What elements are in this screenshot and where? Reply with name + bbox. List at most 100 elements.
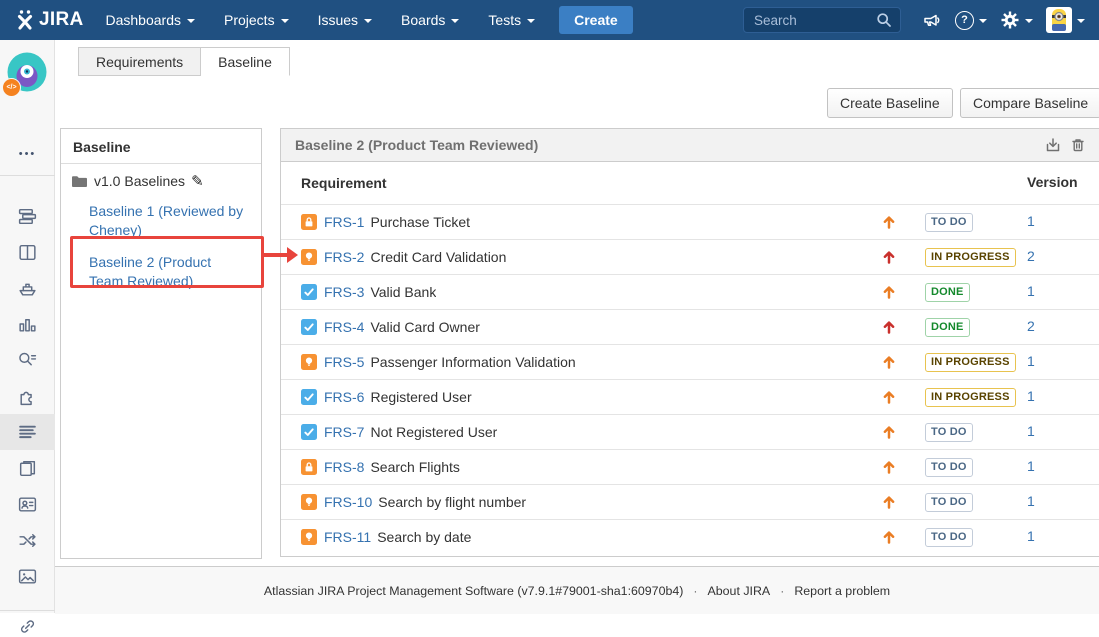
status-badge: TO DO [925,213,973,231]
priority-high-icon [881,494,897,510]
requirements-table-body: FRS-1 Purchase Ticket TO DO 1 FRS-2 Cred… [281,204,1099,554]
chevron-down-icon [451,19,459,23]
sidebar-item-pages[interactable] [0,450,55,486]
check-issue-type-icon [301,389,317,405]
create-baseline-button[interactable]: Create Baseline [827,88,953,118]
status-badge: DONE [925,318,970,336]
pages-icon [17,458,38,479]
issue-key-link[interactable]: FRS-10 [324,494,372,510]
status-badge: TO DO [925,458,973,476]
sidebar-item-requirements[interactable] [0,414,55,450]
nav-item-issues[interactable]: Issues [318,12,372,28]
issue-summary: Search by flight number [378,494,526,510]
search-icon[interactable] [876,12,892,28]
search-box[interactable] [743,7,901,33]
panel-title: Baseline [61,129,261,164]
create-button[interactable]: Create [559,6,633,34]
issue-key-link[interactable]: FRS-8 [324,459,364,475]
chevron-down-icon [281,19,289,23]
sidebar-item-search-issues[interactable] [0,342,55,378]
version-link[interactable]: 1 [1027,353,1035,369]
bulb-issue-type-icon [301,529,317,545]
table-row: FRS-6 Registered User IN PROGRESS 1 [281,379,1099,414]
sidebar-divider [0,175,55,176]
table-row: FRS-1 Purchase Ticket TO DO 1 [281,204,1099,239]
tab-baseline[interactable]: Baseline [201,47,290,76]
issue-key-link[interactable]: FRS-6 [324,389,364,405]
sidebar-item-link[interactable] [0,616,55,637]
search-issues-icon [17,350,38,371]
priority-highest-icon [881,249,897,265]
sidebar-item-board[interactable] [0,234,55,270]
baseline-link-1[interactable]: Baseline 1 (Reviewed by Cheney) [89,202,247,240]
tab-requirements[interactable]: Requirements [78,47,201,76]
issue-key-link[interactable]: FRS-1 [324,214,364,230]
user-menu[interactable] [1046,7,1085,33]
issue-key-link[interactable]: FRS-11 [324,529,371,545]
issue-key-link[interactable]: FRS-4 [324,319,364,335]
version-link[interactable]: 2 [1027,318,1035,334]
reports-icon [17,314,38,335]
version-link[interactable]: 2 [1027,248,1035,264]
version-link[interactable]: 1 [1027,458,1035,474]
table-row: FRS-11 Search by date TO DO 1 [281,519,1099,554]
edit-pencil-icon[interactable]: ✎ [191,174,204,189]
issue-key-link[interactable]: FRS-7 [324,424,364,440]
version-link[interactable]: 1 [1027,493,1035,509]
version-link[interactable]: 1 [1027,213,1035,229]
download-icon[interactable] [1044,136,1062,154]
report-problem-link[interactable]: Report a problem [794,584,890,598]
nav-menu: Dashboards Projects Issues Boards Tests [106,12,536,28]
nav-right-group: ? [743,7,1085,33]
media-icon [17,566,38,587]
add-ons-icon [17,386,38,407]
top-navigation-bar: JIRA Dashboards Projects Issues Boards Tests… [0,0,1099,40]
nav-item-boards[interactable]: Boards [401,12,459,28]
issue-key-link[interactable]: FRS-2 [324,249,364,265]
baseline-detail-panel: Baseline 2 (Product Team Reviewed) Requi… [280,128,1099,557]
sidebar-item-backlog[interactable] [0,198,55,234]
jira-logo[interactable]: JIRA [14,8,84,32]
sidebar-item-contacts[interactable] [0,486,55,522]
page-footer: Atlassian JIRA Project Management Softwa… [55,566,1099,614]
footer-separator: · [780,584,784,598]
trash-icon[interactable] [1069,136,1087,154]
issue-key-link[interactable]: FRS-3 [324,284,364,300]
priority-high-icon [881,424,897,440]
nav-item-dashboards[interactable]: Dashboards [106,12,196,28]
backlog-icon [17,206,38,227]
search-input[interactable] [752,12,876,29]
issue-summary: Valid Card Owner [370,319,479,335]
priority-high-icon [881,354,897,370]
sidebar-item-add-ons[interactable] [0,378,55,414]
version-link[interactable]: 1 [1027,283,1035,299]
priority-highest-icon [881,319,897,335]
baseline-link-2[interactable]: Baseline 2 (Product Team Reviewed) [89,253,247,291]
more-options-icon[interactable]: ••• [0,148,55,160]
help-menu[interactable]: ? [955,11,987,30]
sidebar-item-reports[interactable] [0,306,55,342]
version-link[interactable]: 1 [1027,423,1035,439]
sidebar-item-releases[interactable] [0,270,55,306]
settings-menu[interactable] [1000,10,1033,30]
baseline-folder[interactable]: v1.0 Baselines ✎ [71,173,251,189]
contacts-icon [17,494,38,515]
shuffle-icon [17,530,38,551]
sidebar-item-media[interactable] [0,558,55,594]
requirements-icon [17,422,38,443]
link-icon [17,616,38,637]
nav-item-tests[interactable]: Tests [488,12,535,28]
megaphone-icon[interactable] [922,10,942,30]
board-icon [17,242,38,263]
nav-item-projects[interactable]: Projects [224,12,289,28]
issue-summary: Search Flights [370,459,459,475]
compare-baseline-button[interactable]: Compare Baseline [960,88,1099,118]
sidebar-item-shuffle[interactable] [0,522,55,558]
baseline-tree-panel: Baseline v1.0 Baselines ✎ Baseline 1 (Re… [60,128,262,559]
help-icon: ? [955,11,974,30]
about-jira-link[interactable]: About JIRA [708,584,771,598]
version-link[interactable]: 1 [1027,528,1035,544]
issue-key-link[interactable]: FRS-5 [324,354,364,370]
version-link[interactable]: 1 [1027,388,1035,404]
chevron-down-icon [187,19,195,23]
